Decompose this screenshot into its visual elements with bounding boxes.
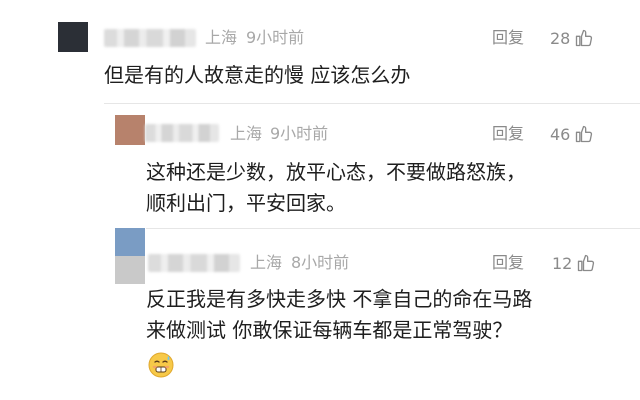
reply-button[interactable]: 回复 [492, 28, 524, 48]
comment-location: 上海 [205, 28, 238, 47]
like-button[interactable]: 28 [550, 27, 594, 49]
reply-button[interactable]: 回复 [492, 253, 524, 273]
comment-text: 但是有的人故意走的慢 应该怎么办 [104, 63, 411, 87]
username-blurred[interactable] [104, 29, 196, 47]
thumbs-up-icon [578, 254, 595, 272]
username-blurred[interactable] [148, 254, 240, 272]
comment-thread: 上海 9小时前 回复 28 但是有的人故意走的慢 应该怎么办 上海 9小时前 回… [0, 0, 640, 400]
avatar[interactable] [115, 115, 145, 145]
comment-time: 8小时前 [291, 253, 350, 272]
comment-text: 反正我是有多快走多快 不拿自己的命在马路 来做测试 你敢保证每辆车都是正常驾驶？ [146, 287, 533, 342]
comment-time: 9小时前 [246, 28, 305, 47]
like-button[interactable]: 46 [550, 123, 594, 145]
like-count: 28 [550, 28, 571, 48]
comment-text: 这种还是少数，放平心态，不要做路怒族， 顺利出门，平安回家。 [146, 160, 526, 215]
reply-header: 上海 9小时前 回复 46 [0, 115, 640, 147]
username-blurred[interactable] [145, 124, 219, 142]
reply-button[interactable]: 回复 [492, 124, 524, 144]
thumbs-up-icon [576, 125, 593, 143]
reply-header: 上海 8小时前 回复 12 [0, 228, 640, 284]
comment-header: 上海 9小时前 回复 28 [0, 22, 640, 54]
avatar[interactable] [115, 228, 145, 284]
thumbs-up-icon [576, 29, 593, 47]
like-count: 46 [550, 124, 571, 144]
divider [104, 103, 640, 104]
grimacing-sweat-face-icon [148, 352, 174, 378]
avatar[interactable] [58, 22, 88, 52]
comment-location: 上海 [250, 253, 283, 272]
comment-location: 上海 [230, 124, 263, 143]
like-button[interactable]: 12 [552, 252, 596, 274]
comment-time: 9小时前 [270, 124, 329, 143]
like-count: 12 [552, 253, 573, 273]
